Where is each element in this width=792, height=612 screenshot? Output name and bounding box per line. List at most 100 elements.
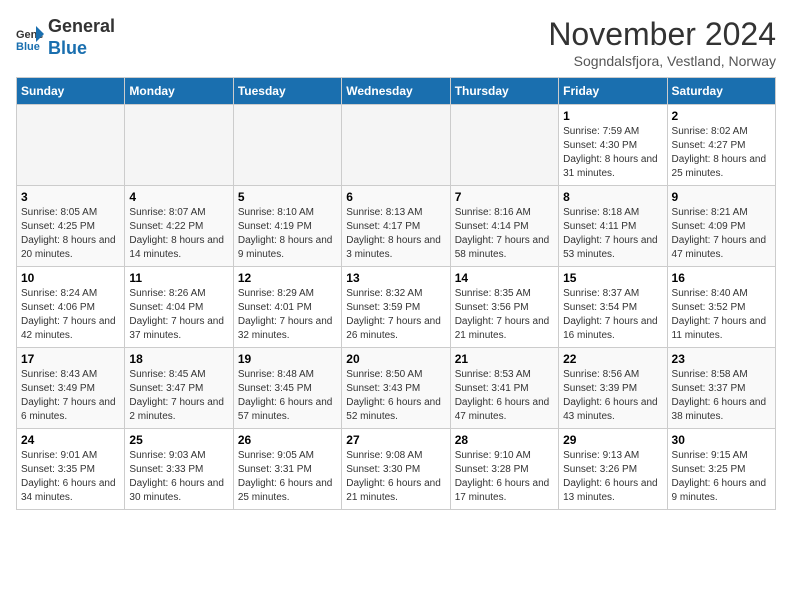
day-info: Sunrise: 9:01 AM Sunset: 3:35 PM Dayligh… [21, 449, 120, 505]
calendar-cell: 1 Sunrise: 7:59 AM Sunset: 4:30 PM Daylig… [559, 105, 667, 186]
calendar-header: SundayMondayTuesdayWednesdayThursdayFrid… [17, 78, 776, 105]
calendar-cell: 13 Sunrise: 8:32 AM Sunset: 3:59 PM Dayli… [342, 267, 450, 348]
day-number: 11 [129, 271, 228, 285]
day-info: Sunrise: 9:08 AM Sunset: 3:30 PM Dayligh… [346, 449, 445, 505]
day-info: Sunrise: 8:37 AM Sunset: 3:54 PM Dayligh… [563, 287, 662, 343]
day-number: 6 [346, 190, 445, 204]
day-number: 2 [672, 109, 771, 123]
day-info: Sunrise: 9:15 AM Sunset: 3:25 PM Dayligh… [672, 449, 771, 505]
day-number: 24 [21, 433, 120, 447]
day-info: Sunrise: 8:18 AM Sunset: 4:11 PM Dayligh… [563, 206, 662, 262]
calendar-cell: 16 Sunrise: 8:40 AM Sunset: 3:52 PM Dayli… [667, 267, 775, 348]
day-info: Sunrise: 8:45 AM Sunset: 3:47 PM Dayligh… [129, 368, 228, 424]
calendar-week-row: 1 Sunrise: 7:59 AM Sunset: 4:30 PM Daylig… [17, 105, 776, 186]
day-info: Sunrise: 8:32 AM Sunset: 3:59 PM Dayligh… [346, 287, 445, 343]
calendar-cell: 30 Sunrise: 9:15 AM Sunset: 3:25 PM Dayli… [667, 429, 775, 510]
logo: General Blue General Blue [16, 16, 115, 59]
day-info: Sunrise: 8:21 AM Sunset: 4:09 PM Dayligh… [672, 206, 771, 262]
day-info: Sunrise: 8:56 AM Sunset: 3:39 PM Dayligh… [563, 368, 662, 424]
calendar-cell: 9Sunrise: 8:21 AM Sunset: 4:09 PM Daylig… [667, 186, 775, 267]
calendar-cell: 11 Sunrise: 8:26 AM Sunset: 4:04 PM Dayli… [125, 267, 233, 348]
day-info: Sunrise: 8:24 AM Sunset: 4:06 PM Dayligh… [21, 287, 120, 343]
calendar-cell: 19 Sunrise: 8:48 AM Sunset: 3:45 PM Dayli… [233, 348, 341, 429]
day-info: Sunrise: 7:59 AM Sunset: 4:30 PM Dayligh… [563, 125, 662, 181]
calendar-cell: 25 Sunrise: 9:03 AM Sunset: 3:33 PM Dayli… [125, 429, 233, 510]
day-info: Sunrise: 9:03 AM Sunset: 3:33 PM Dayligh… [129, 449, 228, 505]
page-header: General Blue General Blue November 2024 … [16, 16, 776, 69]
calendar-cell [342, 105, 450, 186]
calendar-cell: 8Sunrise: 8:18 AM Sunset: 4:11 PM Daylig… [559, 186, 667, 267]
calendar-cell: 15Sunrise: 8:37 AM Sunset: 3:54 PM Dayli… [559, 267, 667, 348]
calendar-cell: 22 Sunrise: 8:56 AM Sunset: 3:39 PM Dayli… [559, 348, 667, 429]
day-number: 27 [346, 433, 445, 447]
calendar-cell: 3Sunrise: 8:05 AM Sunset: 4:25 PM Daylig… [17, 186, 125, 267]
day-number: 12 [238, 271, 337, 285]
day-number: 4 [129, 190, 228, 204]
day-number: 16 [672, 271, 771, 285]
day-info: Sunrise: 8:07 AM Sunset: 4:22 PM Dayligh… [129, 206, 228, 262]
calendar-cell: 4 Sunrise: 8:07 AM Sunset: 4:22 PM Daylig… [125, 186, 233, 267]
day-number: 19 [238, 352, 337, 366]
day-number: 5 [238, 190, 337, 204]
weekday-header: Friday [559, 78, 667, 105]
day-number: 25 [129, 433, 228, 447]
calendar-cell: 7 Sunrise: 8:16 AM Sunset: 4:14 PM Daylig… [450, 186, 558, 267]
day-info: Sunrise: 8:05 AM Sunset: 4:25 PM Dayligh… [21, 206, 120, 262]
weekday-header: Tuesday [233, 78, 341, 105]
calendar-cell [17, 105, 125, 186]
day-info: Sunrise: 8:48 AM Sunset: 3:45 PM Dayligh… [238, 368, 337, 424]
day-number: 7 [455, 190, 554, 204]
day-info: Sunrise: 8:50 AM Sunset: 3:43 PM Dayligh… [346, 368, 445, 424]
calendar-cell: 14 Sunrise: 8:35 AM Sunset: 3:56 PM Dayli… [450, 267, 558, 348]
calendar-week-row: 10Sunrise: 8:24 AM Sunset: 4:06 PM Dayli… [17, 267, 776, 348]
day-info: Sunrise: 8:26 AM Sunset: 4:04 PM Dayligh… [129, 287, 228, 343]
location: Sogndalsfjora, Vestland, Norway [548, 53, 776, 69]
day-number: 28 [455, 433, 554, 447]
day-info: Sunrise: 8:43 AM Sunset: 3:49 PM Dayligh… [21, 368, 120, 424]
day-info: Sunrise: 8:53 AM Sunset: 3:41 PM Dayligh… [455, 368, 554, 424]
day-number: 23 [672, 352, 771, 366]
calendar-cell: 17Sunrise: 8:43 AM Sunset: 3:49 PM Dayli… [17, 348, 125, 429]
day-number: 20 [346, 352, 445, 366]
calendar-cell: 29Sunrise: 9:13 AM Sunset: 3:26 PM Dayli… [559, 429, 667, 510]
calendar-cell: 2 Sunrise: 8:02 AM Sunset: 4:27 PM Daylig… [667, 105, 775, 186]
logo-blue-text: Blue [48, 38, 87, 58]
day-number: 18 [129, 352, 228, 366]
calendar-cell: 18 Sunrise: 8:45 AM Sunset: 3:47 PM Dayli… [125, 348, 233, 429]
weekday-header: Thursday [450, 78, 558, 105]
day-info: Sunrise: 8:16 AM Sunset: 4:14 PM Dayligh… [455, 206, 554, 262]
weekday-header: Saturday [667, 78, 775, 105]
day-number: 14 [455, 271, 554, 285]
calendar-table: SundayMondayTuesdayWednesdayThursdayFrid… [16, 77, 776, 510]
day-info: Sunrise: 9:10 AM Sunset: 3:28 PM Dayligh… [455, 449, 554, 505]
calendar-cell: 20 Sunrise: 8:50 AM Sunset: 3:43 PM Dayli… [342, 348, 450, 429]
calendar-cell: 12 Sunrise: 8:29 AM Sunset: 4:01 PM Dayli… [233, 267, 341, 348]
svg-text:Blue: Blue [16, 41, 40, 52]
day-info: Sunrise: 8:58 AM Sunset: 3:37 PM Dayligh… [672, 368, 771, 424]
day-info: Sunrise: 8:35 AM Sunset: 3:56 PM Dayligh… [455, 287, 554, 343]
calendar-cell: 10Sunrise: 8:24 AM Sunset: 4:06 PM Dayli… [17, 267, 125, 348]
calendar-cell: 23 Sunrise: 8:58 AM Sunset: 3:37 PM Dayli… [667, 348, 775, 429]
day-number: 1 [563, 109, 662, 123]
day-info: Sunrise: 8:02 AM Sunset: 4:27 PM Dayligh… [672, 125, 771, 181]
day-number: 13 [346, 271, 445, 285]
day-number: 22 [563, 352, 662, 366]
day-info: Sunrise: 8:29 AM Sunset: 4:01 PM Dayligh… [238, 287, 337, 343]
weekday-row: SundayMondayTuesdayWednesdayThursdayFrid… [17, 78, 776, 105]
day-number: 29 [563, 433, 662, 447]
logo-icon: General Blue [16, 24, 44, 52]
day-info: Sunrise: 8:40 AM Sunset: 3:52 PM Dayligh… [672, 287, 771, 343]
calendar-cell: 6Sunrise: 8:13 AM Sunset: 4:17 PM Daylig… [342, 186, 450, 267]
calendar-week-row: 3Sunrise: 8:05 AM Sunset: 4:25 PM Daylig… [17, 186, 776, 267]
calendar-cell: 5Sunrise: 8:10 AM Sunset: 4:19 PM Daylig… [233, 186, 341, 267]
calendar-body: 1 Sunrise: 7:59 AM Sunset: 4:30 PM Daylig… [17, 105, 776, 510]
calendar-cell: 24 Sunrise: 9:01 AM Sunset: 3:35 PM Dayli… [17, 429, 125, 510]
calendar-week-row: 17Sunrise: 8:43 AM Sunset: 3:49 PM Dayli… [17, 348, 776, 429]
day-number: 30 [672, 433, 771, 447]
day-number: 26 [238, 433, 337, 447]
title-block: November 2024 Sogndalsfjora, Vestland, N… [548, 16, 776, 69]
calendar-cell: 21Sunrise: 8:53 AM Sunset: 3:41 PM Dayli… [450, 348, 558, 429]
calendar-cell [450, 105, 558, 186]
calendar-cell [125, 105, 233, 186]
calendar-cell: 27 Sunrise: 9:08 AM Sunset: 3:30 PM Dayli… [342, 429, 450, 510]
